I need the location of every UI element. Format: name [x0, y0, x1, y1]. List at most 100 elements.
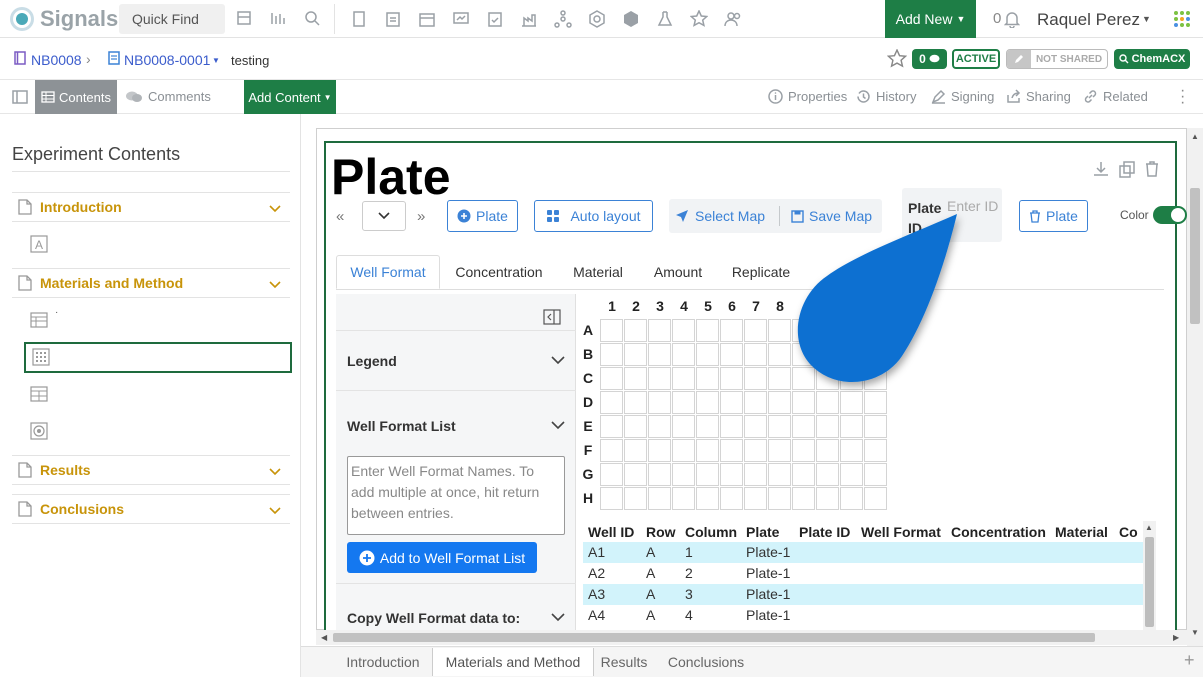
lab-icon[interactable]: [520, 10, 538, 28]
well-cell[interactable]: [816, 463, 839, 486]
hexagon-icon[interactable]: [588, 10, 606, 28]
well-cell[interactable]: [696, 391, 719, 414]
well-cell[interactable]: [864, 391, 887, 414]
legend-heading[interactable]: Legend: [347, 353, 397, 369]
user-name[interactable]: Raquel Perez: [1037, 10, 1140, 30]
row-header[interactable]: B: [580, 346, 596, 362]
bottom-tab-results[interactable]: Results: [592, 648, 656, 676]
well-cell[interactable]: [696, 415, 719, 438]
well-cell[interactable]: [672, 367, 695, 390]
chemacx-button[interactable]: ChemACX: [1114, 49, 1190, 69]
well-cell[interactable]: [648, 343, 671, 366]
signals-logo-icon[interactable]: [8, 5, 36, 33]
well-cell[interactable]: [672, 463, 695, 486]
well-cell[interactable]: [648, 391, 671, 414]
apps-grid-icon[interactable]: [1172, 9, 1192, 29]
column-header[interactable]: 3: [648, 298, 672, 314]
tab-contents[interactable]: Contents: [35, 80, 117, 114]
column-header[interactable]: 1: [600, 298, 624, 314]
scroll-left-icon[interactable]: ◀: [321, 633, 327, 642]
row-header[interactable]: H: [580, 490, 596, 506]
related-button[interactable]: Related: [1083, 89, 1148, 104]
row-header[interactable]: E: [580, 418, 596, 434]
chevron-down-icon[interactable]: [551, 612, 565, 622]
quick-find-button[interactable]: Quick Find: [119, 4, 225, 34]
experiment-name[interactable]: testing: [231, 53, 269, 68]
horizontal-scrollbar[interactable]: ◀ ▶: [316, 630, 1187, 645]
flask-icon[interactable]: [656, 10, 674, 28]
chevron-down-icon[interactable]: [268, 503, 282, 517]
delete-plate-button[interactable]: Plate: [1019, 200, 1088, 232]
well-cell[interactable]: [840, 415, 863, 438]
user-caret-icon[interactable]: ▼: [1142, 14, 1151, 24]
well-cell[interactable]: [648, 415, 671, 438]
clipboard-icon[interactable]: [384, 10, 402, 28]
well-cell[interactable]: [720, 367, 743, 390]
well-cell[interactable]: [600, 463, 623, 486]
download-icon[interactable]: [1092, 160, 1110, 178]
well-cell[interactable]: [624, 487, 647, 510]
column-header[interactable]: 2: [624, 298, 648, 314]
chevron-down-icon[interactable]: [551, 355, 565, 365]
tab-well-format[interactable]: Well Format: [336, 255, 440, 289]
well-cell[interactable]: [672, 415, 695, 438]
well-cell[interactable]: [792, 463, 815, 486]
well-cell[interactable]: [672, 319, 695, 342]
comments-badge[interactable]: 0: [912, 49, 947, 69]
task-icon[interactable]: [486, 10, 504, 28]
well-cell[interactable]: [864, 463, 887, 486]
well-cell[interactable]: [816, 487, 839, 510]
well-cell[interactable]: [744, 439, 767, 462]
search-icon[interactable]: [304, 10, 320, 26]
bell-icon[interactable]: [1004, 10, 1020, 28]
network-icon[interactable]: [554, 10, 572, 28]
well-cell[interactable]: [744, 391, 767, 414]
column-header[interactable]: 6: [720, 298, 744, 314]
well-cell[interactable]: [840, 487, 863, 510]
collapse-panel-icon[interactable]: [543, 309, 561, 325]
properties-button[interactable]: Properties: [768, 89, 847, 104]
add-content-button[interactable]: Add Content ▼: [244, 80, 336, 114]
notebook-icon[interactable]: [350, 10, 368, 28]
well-cell[interactable]: [672, 343, 695, 366]
table-item-icon[interactable]: [30, 311, 48, 329]
well-cell[interactable]: [696, 463, 719, 486]
collapse-panel-icon[interactable]: [12, 89, 28, 105]
row-header[interactable]: G: [580, 466, 596, 482]
breadcrumb-experiment[interactable]: NB0008-0001: [124, 52, 210, 68]
well-cell[interactable]: [696, 343, 719, 366]
table-header[interactable]: Row: [646, 524, 676, 540]
scroll-up-icon[interactable]: ▲: [1145, 523, 1153, 532]
well-cell[interactable]: [816, 439, 839, 462]
well-cell[interactable]: [624, 391, 647, 414]
auto-layout-button[interactable]: Auto layout: [534, 200, 653, 232]
table-row[interactable]: [583, 605, 1156, 626]
well-cell[interactable]: [864, 487, 887, 510]
well-cell[interactable]: [600, 367, 623, 390]
dashboard-icon[interactable]: [236, 10, 252, 26]
well-cell[interactable]: [624, 439, 647, 462]
tab-comments[interactable]: Comments: [125, 89, 211, 104]
well-cell[interactable]: [768, 415, 791, 438]
well-cell[interactable]: [720, 415, 743, 438]
well-cell[interactable]: [768, 463, 791, 486]
first-page-icon[interactable]: «: [336, 208, 344, 225]
well-cell[interactable]: [744, 487, 767, 510]
text-item-icon[interactable]: A: [30, 235, 48, 253]
well-cell[interactable]: [816, 415, 839, 438]
more-vertical-icon[interactable]: · · ·: [1180, 83, 1185, 111]
row-header[interactable]: D: [580, 394, 596, 410]
history-button[interactable]: History: [856, 89, 916, 104]
well-cell[interactable]: [792, 439, 815, 462]
well-cell[interactable]: [600, 439, 623, 462]
last-page-icon[interactable]: »: [417, 208, 425, 225]
tab-concentration[interactable]: Concentration: [446, 255, 552, 289]
well-cell[interactable]: [648, 319, 671, 342]
presentation-icon[interactable]: [452, 10, 470, 28]
table-header[interactable]: Well ID: [588, 524, 634, 540]
scroll-up-icon[interactable]: ▲: [1191, 132, 1199, 141]
target-item-icon[interactable]: [30, 422, 48, 440]
table-header[interactable]: Material: [1055, 524, 1108, 540]
well-cell[interactable]: [672, 439, 695, 462]
well-cell[interactable]: [744, 367, 767, 390]
